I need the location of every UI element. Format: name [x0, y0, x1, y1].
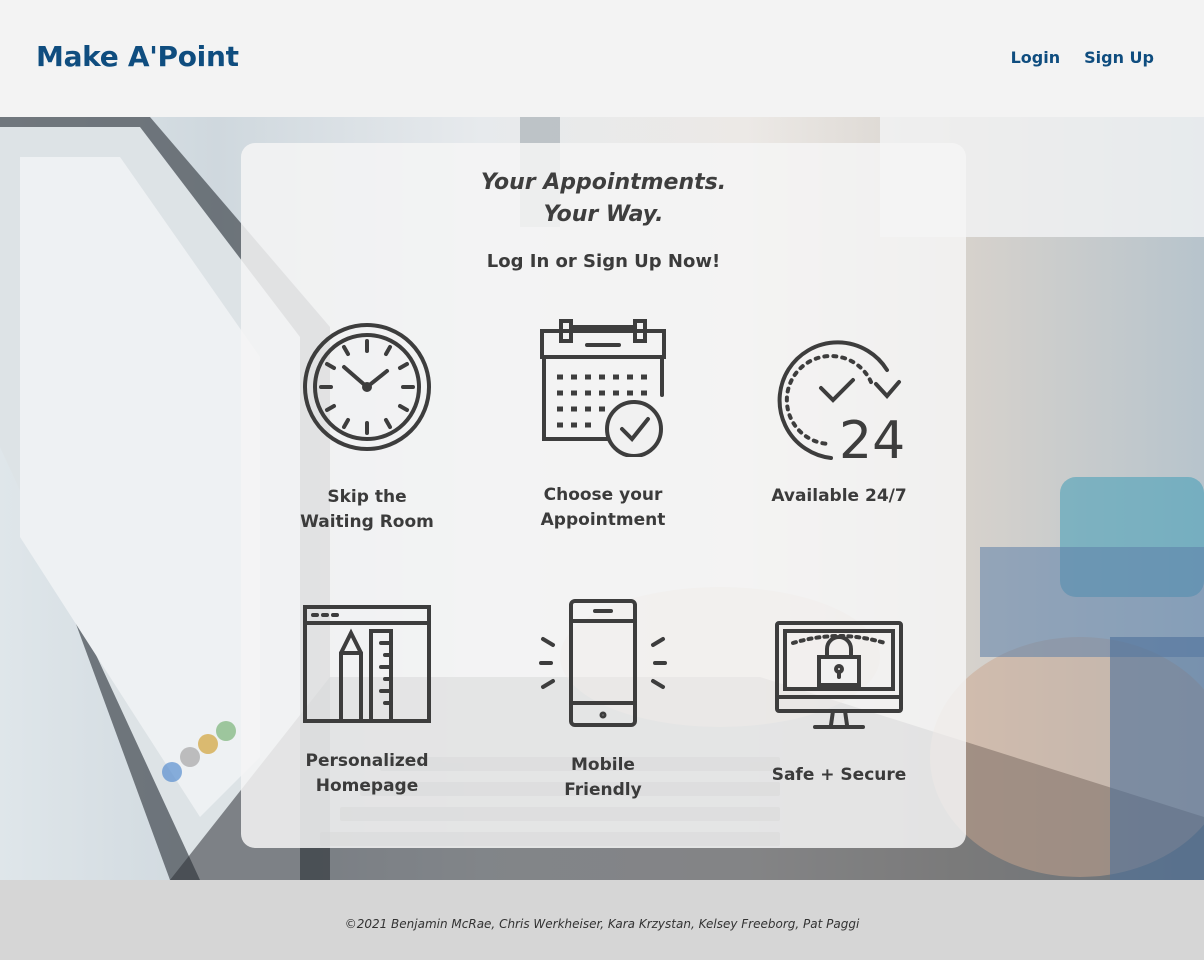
call-to-action: Log In or Sign Up Now!	[486, 251, 721, 272]
feature-safe-secure: Safe + Secure	[739, 619, 939, 788]
copyright-text: ©2021 Benjamin McRae, Chris Werkheiser, …	[344, 917, 860, 931]
svg-text:24: 24	[839, 411, 905, 464]
brand-logo[interactable]: Make A'Point	[36, 40, 239, 73]
feature-label-line-1: Mobile	[571, 755, 635, 775]
monitor-lock-icon	[775, 621, 903, 729]
feature-choose-appointment: Choose your Appointment	[503, 317, 703, 533]
feature-label-line-2: Appointment	[540, 510, 666, 530]
mobile-phone-icon	[539, 599, 667, 727]
signup-link[interactable]: Sign Up	[1084, 48, 1154, 67]
feature-label-line-2: Homepage	[315, 776, 419, 796]
feature-label-line-1: Personalized	[305, 751, 429, 771]
tagline: Your Appointments. Your Way.	[241, 167, 966, 231]
feature-label-line-1: Available 24/7	[771, 486, 907, 506]
feature-mobile-friendly: Mobile Friendly	[503, 599, 703, 803]
feature-personalized-homepage: Personalized Homepage	[267, 603, 467, 799]
site-footer: ©2021 Benjamin McRae, Chris Werkheiser, …	[0, 880, 1204, 960]
site-header: Make A'Point Login Sign Up	[0, 0, 1204, 117]
feature-label-line-1: Safe + Secure	[771, 765, 907, 785]
browser-pencil-ruler-icon	[303, 605, 431, 723]
calendar-check-icon	[540, 319, 666, 457]
login-link[interactable]: Login	[1011, 48, 1061, 67]
feature-available-24-7: 24 Available 24/7	[739, 340, 939, 509]
tagline-line-1: Your Appointments.	[480, 170, 727, 195]
feature-skip-waiting-room: Skip the Waiting Room	[267, 321, 467, 535]
clock-icon	[303, 323, 431, 451]
clock-24-icon: 24	[777, 340, 905, 464]
features-card: Your Appointments. Your Way. Log In or S…	[241, 143, 966, 848]
feature-label-line-1: Skip the	[327, 487, 407, 507]
feature-label-line-2: Friendly	[564, 780, 642, 800]
feature-label-line-2: Waiting Room	[300, 512, 434, 532]
feature-label-line-1: Choose your	[543, 485, 663, 505]
tagline-line-2: Your Way.	[543, 202, 664, 227]
top-nav: Login Sign Up	[1011, 48, 1154, 67]
